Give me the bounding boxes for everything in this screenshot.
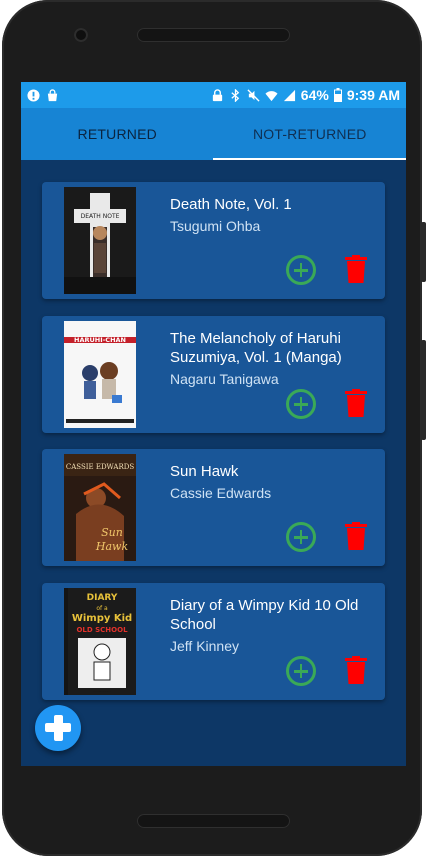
bluetooth-icon [231,88,240,102]
add-button[interactable] [286,522,316,552]
book-card[interactable]: CASSIE EDWARDS Sun Hawk Sun Hawk Cassie … [42,449,385,566]
front-camera [74,28,88,42]
book-title: The Melancholy of Haruhi Suzumiya, Vol. … [170,330,342,366]
book-cover-image: HARUHI-CHAN [64,321,136,428]
book-author: Nagaru Tanigawa [170,371,279,387]
alert-icon [27,88,40,102]
svg-text:Wimpy Kid: Wimpy Kid [72,613,132,624]
book-title: Diary of a Wimpy Kid 10 Old School [170,597,359,633]
lock-icon [212,88,222,101]
add-button[interactable] [286,656,316,686]
tab-bar: RETURNED NOT-RETURNED [21,108,406,160]
book-title: Sun Hawk [170,463,239,480]
svg-text:DIARY: DIARY [87,593,118,603]
cover-title-text: HARUHI-CHAN [74,336,126,344]
delete-icon[interactable] [345,656,367,684]
add-book-fab[interactable] [35,705,81,751]
book-card[interactable]: DIARY of a Wimpy Kid DIARY of a Wimpy Ki… [42,583,385,700]
battery-icon [333,88,342,102]
cover-title-text: CASSIE EDWARDS [66,463,134,471]
book-cover-image: DEATH NOTE [64,187,136,294]
tab-indicator [213,158,406,160]
cover-title-text: DEATH NOTE [81,213,120,220]
delete-icon[interactable] [345,389,367,417]
tab-returned[interactable]: RETURNED [21,108,214,160]
svg-text:Hawk: Hawk [95,540,129,553]
battery-percent: 64% [300,87,329,103]
bottom-speaker [137,814,290,828]
svg-text:OLD SCHOOL: OLD SCHOOL [76,626,128,634]
book-card[interactable]: HARUHI-CHAN The Melancholy of Haruhi Suz… [42,316,385,433]
clock: 9:39 AM [346,87,400,103]
book-card[interactable]: DEATH NOTE Death Note, Vol. 1 Tsugumi Oh… [42,182,385,299]
book-author: Jeff Kinney [170,638,240,654]
book-author: Cassie Edwards [170,485,272,501]
svg-text:of a: of a [96,605,108,612]
delete-icon[interactable] [345,255,367,283]
status-bar: 64% 9:39 AM [21,82,406,108]
bag-icon [47,88,58,101]
book-author: Tsugumi Ohba [170,218,261,234]
add-button[interactable] [286,389,316,419]
delete-icon[interactable] [345,522,367,550]
add-button[interactable] [286,255,316,285]
power-button [421,222,426,282]
top-speaker [137,28,290,42]
book-title: Death Note, Vol. 1 [170,196,292,213]
tab-not-returned[interactable]: NOT-RETURNED [214,108,407,160]
book-cover-image: CASSIE EDWARDS Sun Hawk [64,454,136,561]
app-screen: 64% 9:39 AM RETURNED NOT-RETURNED DEATH … [21,82,406,766]
book-cover-image: DIARY of a Wimpy Kid DIARY of a Wimpy Ki… [64,588,136,695]
mute-icon [247,88,260,102]
wifi-icon [265,90,278,101]
volume-button [421,340,426,440]
svg-text:Sun: Sun [101,526,123,539]
signal-icon [283,89,295,101]
